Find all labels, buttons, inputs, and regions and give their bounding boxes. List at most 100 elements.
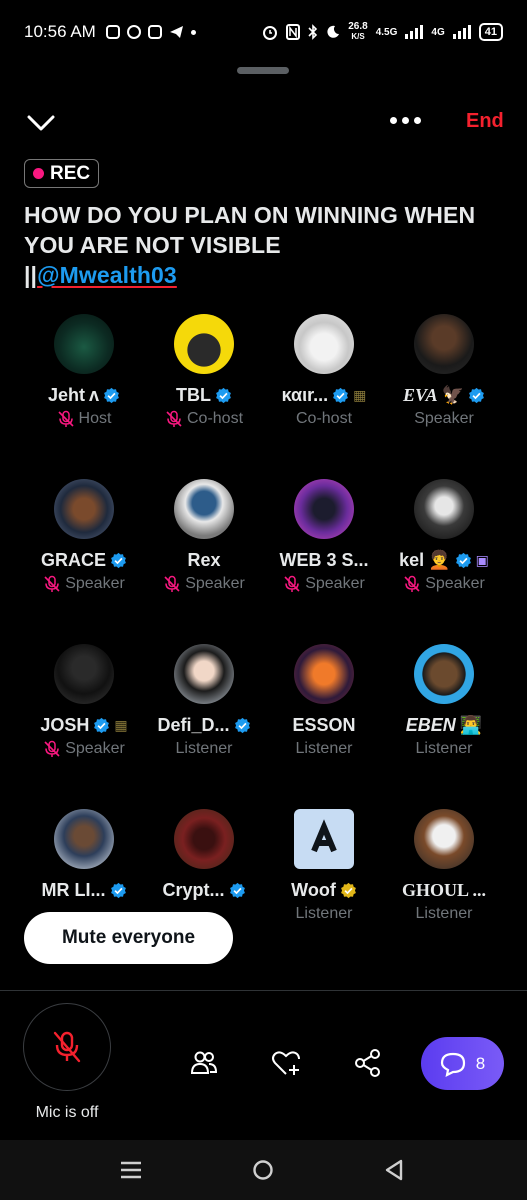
participant-name-row: Crypt... <box>162 879 245 901</box>
share-icon[interactable] <box>353 1048 383 1078</box>
participant-name-row: Rex <box>187 549 220 571</box>
participant-name-suffix: ʌ <box>89 384 100 405</box>
participant-card[interactable]: Defi_D... Listener <box>144 644 264 809</box>
verified-badge-icon <box>110 882 126 898</box>
participant-role-row: Listener <box>416 739 473 759</box>
mute-everyone-button[interactable]: Mute everyone <box>24 912 233 964</box>
participant-role-row: Speaker <box>414 409 474 429</box>
space-title-text: HOW DO YOU PLAN ON WINNING WHEN YOU ARE … <box>24 202 476 258</box>
participant-card[interactable]: καιr... ▦ Co-host <box>264 314 384 479</box>
participant-card[interactable]: Rex Speaker <box>144 479 264 644</box>
affiliate-badge-icon: ▦ <box>353 386 367 403</box>
notification-icons <box>105 25 196 39</box>
participant-name-suffix: 🧑‍🦱 <box>428 549 451 570</box>
participant-name-row: TBL <box>176 384 232 406</box>
participant-role: Speaker <box>414 410 474 427</box>
avatar <box>174 644 234 704</box>
participant-role-row: Speaker <box>403 574 485 594</box>
avatar <box>294 809 354 869</box>
chat-count: 8 <box>475 1053 486 1073</box>
more-notifications-icon <box>190 29 196 35</box>
participant-name-row: ESSON <box>292 714 355 736</box>
sheet-drag-handle[interactable] <box>237 67 289 74</box>
participant-card[interactable]: kel 🧑‍🦱 ▣ Speaker <box>384 479 504 644</box>
space-title: HOW DO YOU PLAN ON WINNING WHEN YOU ARE … <box>24 200 504 290</box>
recording-label: REC <box>50 162 91 184</box>
participant-card[interactable]: JOSH ▦ Speaker <box>24 644 144 809</box>
more-options-icon[interactable] <box>390 117 421 124</box>
participant-role-row: Co-host <box>296 409 352 429</box>
home-circle-icon[interactable] <box>252 1159 274 1181</box>
verified-badge-icon <box>94 717 110 733</box>
avatar <box>54 314 114 374</box>
participant-card[interactable]: EVA 🦅 Speaker <box>384 314 504 479</box>
recording-dot-icon <box>33 168 44 179</box>
participant-role-row: Speaker <box>283 574 365 594</box>
participant-name: καιr... <box>281 384 329 405</box>
participant-card[interactable]: ESSON Listener <box>264 644 384 809</box>
verified-badge-icon <box>111 552 126 568</box>
nfc-icon <box>286 24 301 40</box>
signal-icon-2 <box>452 25 471 39</box>
participant-role: Speaker <box>65 575 125 592</box>
network-speed: 26.8 K/S <box>348 22 367 42</box>
mic-off-icon <box>53 1031 81 1063</box>
people-icon[interactable] <box>189 1048 219 1078</box>
participant-role-row: Listener <box>416 904 473 924</box>
chat-button[interactable]: 8 <box>421 1037 504 1090</box>
heart-plus-icon[interactable] <box>271 1048 301 1078</box>
participant-name: MR LI... <box>41 879 106 900</box>
avatar <box>294 644 354 704</box>
participant-name-row: EBEN 👨‍💻 <box>406 714 482 736</box>
participant-name: JOSH <box>40 714 90 735</box>
bluetooth-icon <box>308 24 318 40</box>
participant-role: Speaker <box>425 575 485 592</box>
back-triangle-icon[interactable] <box>384 1159 404 1181</box>
participant-name-suffix: 👨‍💻 <box>459 714 483 735</box>
recents-menu-icon[interactable] <box>120 1160 142 1180</box>
participants-grid: Jeht ʌ Host TBL Co-host καιr... ▦ Co-host EVA 🦅 Sp… <box>24 314 504 974</box>
participant-card[interactable]: EBEN 👨‍💻 Listener <box>384 644 504 809</box>
avatar <box>294 479 354 539</box>
participant-role-row: Co-host <box>165 409 243 429</box>
participant-role: Co-host <box>186 410 244 427</box>
title-mention-link[interactable]: @Mwealth03 <box>37 262 177 288</box>
participant-role-row: Speaker <box>43 574 125 594</box>
participant-role: Speaker <box>65 740 125 757</box>
participant-card[interactable]: Woof Listener <box>264 809 384 974</box>
avatar <box>174 314 234 374</box>
end-space-button[interactable]: End <box>466 110 504 133</box>
avatar <box>414 644 474 704</box>
participant-card[interactable]: Jeht ʌ Host <box>24 314 144 479</box>
participant-card[interactable]: TBL Co-host <box>144 314 264 479</box>
participant-card[interactable]: WEB 3 S... Speaker <box>264 479 384 644</box>
participant-card[interactable]: GRACE Speaker <box>24 479 144 644</box>
participant-role-row: Listener <box>296 739 353 759</box>
participant-name: kel <box>399 549 425 570</box>
participant-name-row: kel 🧑‍🦱 ▣ <box>399 549 489 571</box>
status-bar: 10:56 AM 26.8 K/S 4.5G 4G 41 <box>0 0 527 64</box>
participant-card[interactable]: GHOUL ... Listener <box>384 809 504 974</box>
telegram-icon <box>169 26 183 38</box>
discord-icon <box>147 25 162 39</box>
participant-name-row: Defi_D... <box>157 714 250 736</box>
participant-name-suffix: 🦅 <box>441 384 465 405</box>
participant-name: EVA <box>402 384 438 405</box>
participant-name: Rex <box>187 549 221 570</box>
avatar <box>174 809 234 869</box>
network-type-2: 4G <box>431 26 445 38</box>
verified-badge-icon <box>455 552 471 568</box>
participant-role-row: Host <box>57 409 112 429</box>
participant-name: WEB 3 S... <box>279 549 369 570</box>
participant-role-row: Speaker <box>43 739 125 759</box>
affiliate-badge-icon: ▦ <box>114 716 128 733</box>
signal-icon-1 <box>405 25 424 39</box>
verified-badge-icon <box>104 387 119 403</box>
participant-role: Host <box>78 410 112 427</box>
collapse-chevron-icon[interactable] <box>26 110 56 134</box>
participant-name-row: καιr... ▦ <box>282 384 367 406</box>
muted-mic-icon <box>44 740 60 757</box>
mic-toggle-button[interactable] <box>23 1003 111 1091</box>
participant-role-row: Speaker <box>163 574 245 594</box>
avatar <box>54 809 114 869</box>
